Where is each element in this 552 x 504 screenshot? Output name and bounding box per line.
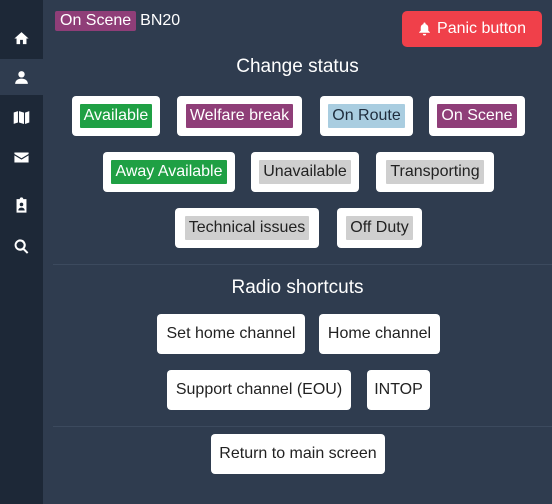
support-channel-button[interactable]: Support channel (EOU)	[167, 370, 351, 410]
sidebar-item-home[interactable]	[0, 20, 43, 56]
status-button-technical-issues[interactable]: Technical issues	[175, 208, 319, 248]
bell-icon	[419, 22, 430, 36]
button-label: Set home channel	[166, 325, 296, 342]
search-icon	[14, 238, 29, 254]
status-chip: On Route	[328, 104, 405, 128]
status-chip: Available	[79, 104, 153, 128]
status-chip: Unavailable	[259, 160, 351, 184]
button-label: Return to main screen	[219, 445, 377, 462]
home-channel-button[interactable]: Home channel	[319, 314, 440, 354]
map-icon	[13, 110, 30, 124]
status-button-unavailable[interactable]: Unavailable	[251, 152, 359, 192]
panic-button[interactable]: Panic button	[402, 11, 542, 47]
status-button-transporting[interactable]: Transporting	[376, 152, 494, 192]
status-button-away-available[interactable]: Away Available	[103, 152, 235, 192]
button-label: Support channel (EOU)	[175, 381, 343, 398]
clipboard-user-icon	[16, 196, 27, 213]
status-button-off-duty[interactable]: Off Duty	[337, 208, 422, 248]
status-button-on-route[interactable]: On Route	[320, 96, 413, 136]
user-icon	[15, 70, 28, 84]
envelope-icon	[14, 152, 29, 162]
divider	[53, 426, 552, 427]
status-chip: Transporting	[386, 160, 484, 184]
panic-button-label: Panic button	[437, 20, 526, 37]
callsign: BN20	[140, 12, 181, 29]
button-label: Home channel	[327, 325, 432, 342]
status-badge: On Scene	[55, 11, 137, 31]
return-to-main-button[interactable]: Return to main screen	[211, 434, 385, 474]
current-status: On Scene BN20	[55, 11, 180, 31]
main-panel: On Scene BN20 Panic button Change status…	[43, 0, 552, 504]
status-chip: Off Duty	[346, 216, 413, 240]
status-button-welfare-break[interactable]: Welfare break	[177, 96, 302, 136]
sidebar-item-map[interactable]	[0, 99, 43, 135]
sidebar	[0, 0, 43, 504]
set-home-channel-button[interactable]: Set home channel	[157, 314, 305, 354]
radio-shortcuts-title: Radio shortcuts	[231, 277, 364, 298]
button-label: INTOP	[374, 381, 423, 398]
status-chip: Welfare break	[185, 104, 294, 128]
change-status-title: Change status	[236, 56, 359, 77]
status-chip: Technical issues	[184, 216, 310, 240]
status-button-available[interactable]: Available	[72, 96, 160, 136]
status-chip: Away Available	[111, 160, 227, 184]
divider	[53, 264, 552, 265]
sidebar-item-clipboard[interactable]	[0, 187, 43, 223]
status-chip: On Scene	[437, 104, 517, 128]
sidebar-item-profile[interactable]	[0, 59, 43, 95]
home-icon	[14, 31, 29, 44]
sidebar-item-messages[interactable]	[0, 139, 43, 175]
sidebar-item-search[interactable]	[0, 228, 43, 264]
status-button-on-scene[interactable]: On Scene	[429, 96, 525, 136]
intop-button[interactable]: INTOP	[367, 370, 430, 410]
